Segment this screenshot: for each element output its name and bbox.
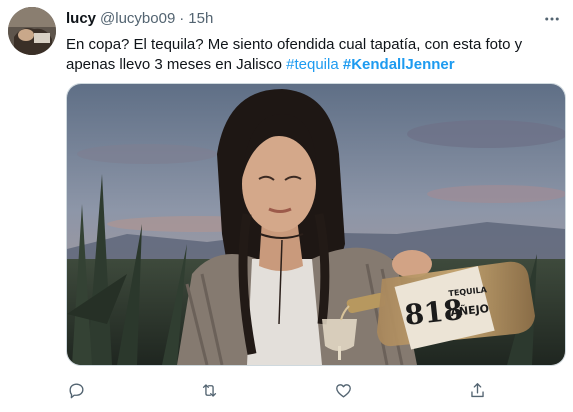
- tweet-header: lucy @lucybo09 · 15h: [66, 9, 213, 29]
- tweet-card[interactable]: lucy @lucybo09 · 15h En copa? El tequila…: [0, 0, 573, 412]
- tweet-timestamp[interactable]: 15h: [188, 9, 213, 29]
- share-icon: [470, 382, 484, 397]
- more-horizontal-icon: [545, 17, 559, 21]
- retweet-button[interactable]: [195, 376, 223, 404]
- like-button[interactable]: [329, 376, 357, 404]
- reply-button[interactable]: [62, 376, 90, 404]
- separator-dot: ·: [179, 10, 185, 27]
- retweet-icon: [202, 383, 216, 397]
- more-options-button[interactable]: [541, 10, 563, 28]
- tweet-photo: 818 TEQUILA AÑEJO: [67, 84, 565, 365]
- avatar[interactable]: [8, 7, 56, 55]
- hashtag-link-bold[interactable]: #KendallJenner: [343, 56, 455, 73]
- author-handle[interactable]: @lucybo09: [100, 9, 175, 29]
- hashtag-link[interactable]: #tequila: [286, 56, 339, 73]
- heart-icon: [335, 383, 351, 398]
- tweet-actions: [66, 376, 566, 404]
- share-button[interactable]: [463, 376, 491, 404]
- tweet-text: En copa? El tequila? Me siento ofendida …: [66, 35, 561, 75]
- tweet-media[interactable]: 818 TEQUILA AÑEJO: [66, 83, 566, 366]
- avatar-image: [8, 7, 56, 55]
- comment-icon: [68, 382, 84, 398]
- author-name[interactable]: lucy: [66, 9, 96, 29]
